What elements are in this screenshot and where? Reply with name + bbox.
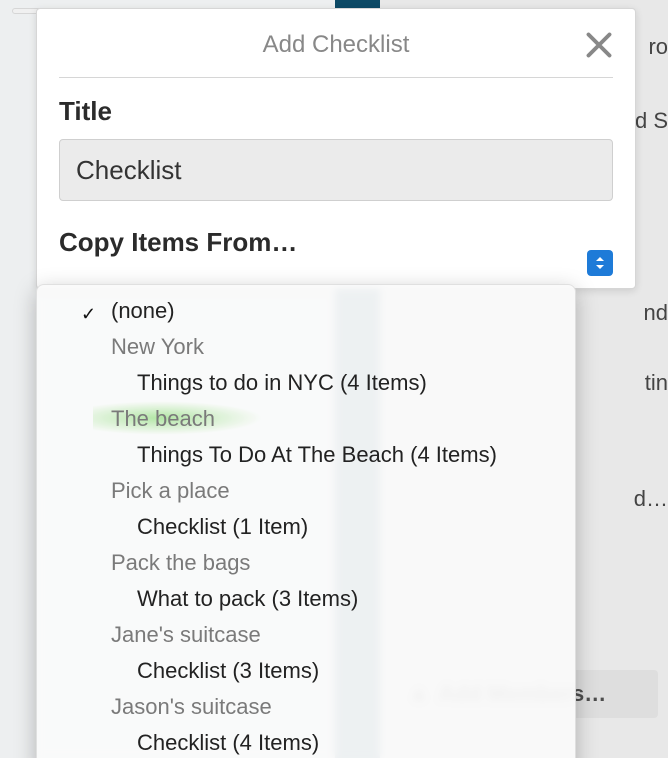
dropdown-group-label: New York xyxy=(111,334,204,359)
add-checklist-popup: Add Checklist Title Copy Items From… xyxy=(36,8,636,289)
dropdown-option-label: Checklist (4 Items) xyxy=(137,730,319,755)
dropdown-option-label: Things To Do At The Beach (4 Items) xyxy=(137,442,497,467)
dropdown-group: Jane's suitcase xyxy=(37,617,575,653)
bg-fragment: ro xyxy=(648,34,668,60)
title-field-label: Title xyxy=(59,96,613,127)
dropdown-group-label: The beach xyxy=(111,406,215,431)
bg-fragment: nd xyxy=(644,300,668,326)
dropdown-group: Pack the bags xyxy=(37,545,575,581)
dropdown-option-label: (none) xyxy=(111,298,175,323)
dropdown-option-none[interactable]: ✓ (none) xyxy=(37,293,575,329)
dropdown-option[interactable]: Checklist (4 Items) xyxy=(37,725,575,758)
bg-fragment: d S xyxy=(635,108,668,134)
dropdown-group-label: Pack the bags xyxy=(111,550,250,575)
dropdown-group-label: Pick a place xyxy=(111,478,230,503)
dropdown-option-label: What to pack (3 Items) xyxy=(137,586,358,611)
bg-fragment: tin xyxy=(645,370,668,396)
checklist-title-input[interactable] xyxy=(59,139,613,201)
dropdown-option-label: Checklist (1 Item) xyxy=(137,514,308,539)
dropdown-group-label: Jane's suitcase xyxy=(111,622,261,647)
dropdown-option[interactable]: Things To Do At The Beach (4 Items) xyxy=(37,437,575,473)
dropdown-group: The beach xyxy=(37,401,575,437)
select-updown-icon[interactable] xyxy=(587,250,613,276)
dropdown-option[interactable]: What to pack (3 Items) xyxy=(37,581,575,617)
copy-from-dropdown[interactable]: ✓ (none) New York Things to do in NYC (4… xyxy=(36,284,576,758)
dropdown-group-label: Jason's suitcase xyxy=(111,694,272,719)
dropdown-option-label: Things to do in NYC (4 Items) xyxy=(137,370,427,395)
dropdown-option[interactable]: Checklist (3 Items) xyxy=(37,653,575,689)
dropdown-option[interactable]: Checklist (1 Item) xyxy=(37,509,575,545)
popup-header: Add Checklist xyxy=(59,21,613,78)
popup-title: Add Checklist xyxy=(263,31,410,58)
checkmark-icon: ✓ xyxy=(81,297,96,331)
bg-fragment: d… xyxy=(634,486,668,512)
copy-from-label: Copy Items From… xyxy=(59,227,613,258)
dropdown-option[interactable]: Things to do in NYC (4 Items) xyxy=(37,365,575,401)
close-icon[interactable] xyxy=(585,31,613,59)
dropdown-group: Jason's suitcase xyxy=(37,689,575,725)
dropdown-group: Pick a place xyxy=(37,473,575,509)
dropdown-option-label: Checklist (3 Items) xyxy=(137,658,319,683)
dropdown-group: New York xyxy=(37,329,575,365)
